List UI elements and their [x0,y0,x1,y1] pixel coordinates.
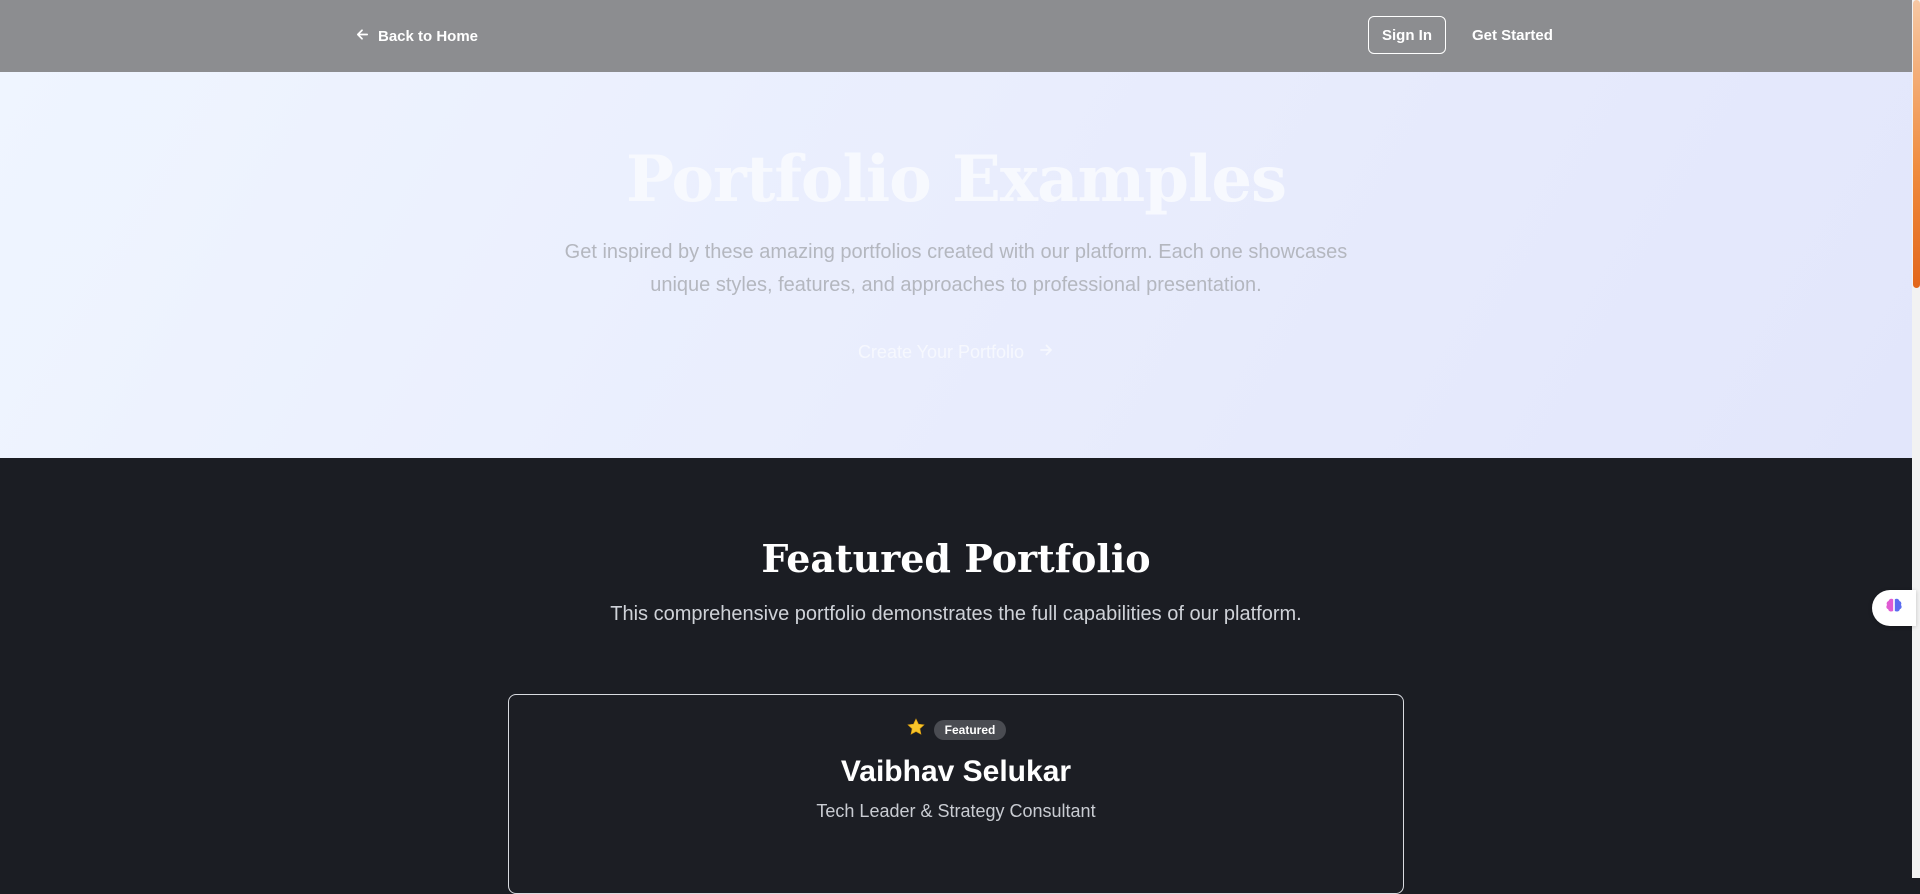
top-nav: Back to Home Sign In Get Started [0,0,1912,72]
featured-badge: Featured [933,719,1007,740]
featured-title: Featured Portfolio [761,536,1151,581]
hero-title: Portfolio Examples [625,142,1287,217]
sign-in-button[interactable]: Sign In [1368,16,1446,54]
badge-row: Featured [509,717,1403,742]
arrow-right-icon [1038,342,1054,363]
featured-subtitle: This comprehensive portfolio demonstrate… [610,603,1302,625]
hero-subtitle: Get inspired by these amazing portfolios… [564,241,1348,296]
hero-section: Portfolio Examples Get inspired by these… [0,72,1912,458]
brain-icon [1884,596,1904,621]
create-portfolio-button[interactable]: Create Your Portfolio [0,342,1912,363]
assistant-widget-button[interactable] [1872,590,1916,626]
create-portfolio-label: Create Your Portfolio [857,342,1025,362]
star-icon [906,717,926,742]
featured-portfolio-card[interactable]: Featured Vaibhav Selukar Tech Leader & S… [508,694,1404,894]
portfolio-role: Tech Leader & Strategy Consultant [816,801,1096,821]
get-started-button[interactable]: Get Started [1472,16,1553,54]
back-to-home-label: Back to Home [378,27,479,45]
portfolio-name: Vaibhav Selukar [840,755,1072,788]
scrollbar-thumb[interactable] [1913,0,1920,288]
arrow-left-icon [355,27,370,46]
back-to-home-link[interactable]: Back to Home [355,24,478,48]
featured-section: Featured Portfolio This comprehensive po… [0,458,1912,894]
